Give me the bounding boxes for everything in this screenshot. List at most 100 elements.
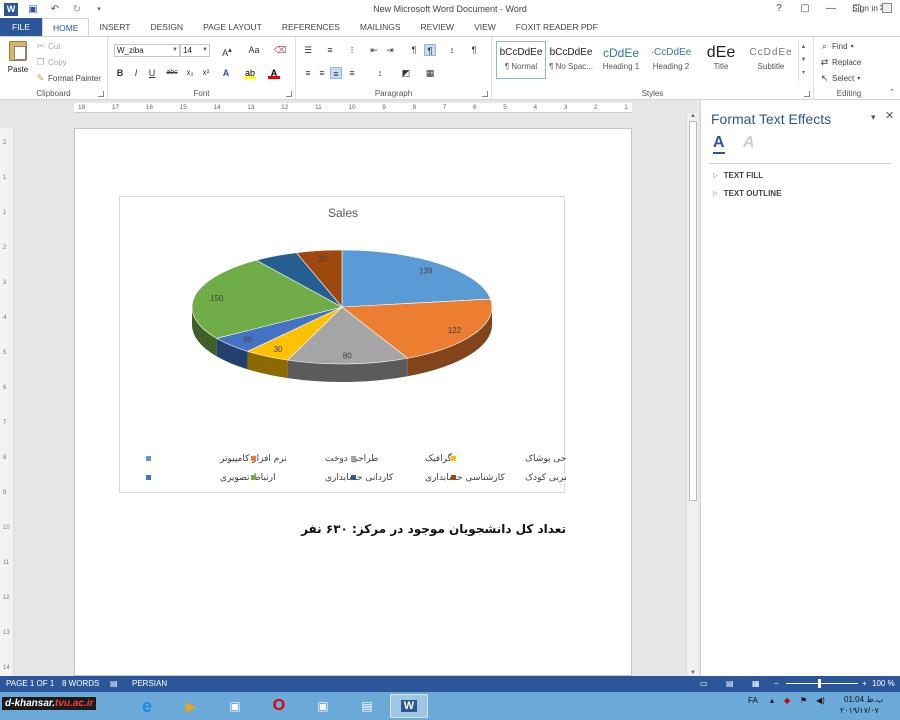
align-left-icon[interactable]: ≡ xyxy=(302,67,314,79)
user-avatar[interactable] xyxy=(882,3,892,13)
page-count[interactable]: PAGE 1 OF 1 xyxy=(6,679,54,688)
horizontal-ruler[interactable]: 18 17 16 15 14 13 12 11 10 9 8 7 6 5 4 3 2 1 xyxy=(74,103,632,113)
increase-indent-icon[interactable]: ⇥ xyxy=(384,44,396,56)
language-indicator[interactable]: PERSIAN xyxy=(132,679,167,688)
bullets-icon[interactable]: ☰ xyxy=(302,44,314,56)
chart-svg: Sales 139 122 80 30 30 150 30 نرم افزار کامپیو… xyxy=(146,206,566,483)
zoom-slider[interactable] xyxy=(786,683,858,684)
minimize-button[interactable]: — xyxy=(818,2,844,16)
tray-arrow-icon[interactable]: ▴ xyxy=(770,696,774,705)
format-painter-button[interactable]: ✎ Format Painter xyxy=(36,73,101,84)
tab-design[interactable]: DESIGN xyxy=(140,18,193,36)
shading-icon[interactable]: ◩ xyxy=(400,67,412,79)
word-count[interactable]: 8 WORDS xyxy=(62,679,99,688)
document-text[interactable]: تعداد کل دانشجویان موجود در مرکز: ۶۳۰ نف… xyxy=(300,522,566,536)
vertical-scrollbar[interactable]: ▲ ▼ xyxy=(686,113,698,676)
collapse-ribbon-icon[interactable]: ⌃ xyxy=(886,87,898,99)
tab-review[interactable]: REVIEW xyxy=(411,18,465,36)
volume-icon[interactable]: ◀) xyxy=(816,696,825,705)
clear-formatting-icon[interactable]: ⌫ xyxy=(274,44,287,56)
numbering-icon[interactable]: ≡ xyxy=(324,44,336,56)
tab-view[interactable]: VIEW xyxy=(464,18,506,36)
web-layout-icon[interactable]: ▦ xyxy=(752,679,760,688)
keyboard-language[interactable]: FA xyxy=(748,696,758,705)
text-effects-icon[interactable]: A xyxy=(220,67,232,79)
text-fill-outline-icon[interactable]: A xyxy=(713,134,725,154)
pane-options-icon[interactable]: ▾ xyxy=(871,112,876,123)
proofing-icon[interactable]: ▤ xyxy=(110,679,118,688)
pie-slice[interactable] xyxy=(341,249,491,308)
tab-insert[interactable]: INSERT xyxy=(89,18,140,36)
chart-legend: نرم افزار کامپیوترطراحی دوختگرافیکطراحی … xyxy=(146,452,566,483)
ltr-direction-icon[interactable]: ¶ xyxy=(408,44,420,56)
app-icon[interactable]: ▣ xyxy=(216,694,254,718)
format-text-effects-pane: Format Text Effects ▾ ✕ A A ▷ TEXT FILL ▷… xyxy=(700,100,900,676)
font-launcher-icon[interactable] xyxy=(286,91,292,97)
media-player-icon[interactable]: ▶ xyxy=(172,694,210,718)
clock-time[interactable]: 01:04 ب.ظ xyxy=(844,695,883,704)
tab-file[interactable]: FILE xyxy=(0,18,42,36)
paste-button[interactable]: Paste xyxy=(6,41,30,85)
underline-icon[interactable]: U xyxy=(146,67,158,79)
subscript-icon[interactable]: x₂ xyxy=(184,67,196,79)
align-center-icon[interactable]: ≡ xyxy=(316,67,328,79)
zoom-level[interactable]: 100 % xyxy=(872,679,895,688)
paragraph-launcher-icon[interactable] xyxy=(482,91,488,97)
zoom-in-icon[interactable]: + xyxy=(862,679,867,688)
align-right-icon[interactable]: ≡ xyxy=(330,67,342,79)
find-button[interactable]: ⌕ Find ▾ xyxy=(820,41,854,52)
word-taskbar-icon[interactable]: W xyxy=(390,694,428,718)
justify-icon[interactable]: ≡ xyxy=(346,67,358,79)
styles-launcher-icon[interactable] xyxy=(804,91,810,97)
text-effects-icon[interactable]: A xyxy=(743,134,755,152)
scrollbar-thumb[interactable] xyxy=(689,121,697,501)
file-icon[interactable]: ▣ xyxy=(304,694,342,718)
clipboard-launcher-icon[interactable] xyxy=(98,91,104,97)
bold-icon[interactable]: B xyxy=(114,67,126,79)
copy-button[interactable]: ❐ Copy xyxy=(36,57,66,68)
text-outline-section[interactable]: ▷ TEXT OUTLINE xyxy=(713,189,781,198)
font-color-icon[interactable]: A xyxy=(268,67,280,79)
print-layout-icon[interactable]: ▤ xyxy=(726,679,734,688)
pie-chart[interactable]: Sales 139 122 80 30 30 150 30 نرم افزار کامپیو… xyxy=(119,196,566,493)
replace-button[interactable]: ⇄ Replace xyxy=(820,57,862,68)
borders-icon[interactable]: ▦ xyxy=(424,67,436,79)
font-size-select[interactable]: 14 ▼ xyxy=(180,44,210,57)
sign-in-link[interactable]: Sign in xyxy=(852,3,878,13)
show-formatting-icon[interactable]: ¶ xyxy=(468,44,480,56)
italic-icon[interactable]: I xyxy=(130,67,142,79)
tab-home[interactable]: HOME xyxy=(41,18,90,36)
tab-page-layout[interactable]: PAGE LAYOUT xyxy=(193,18,272,36)
line-spacing-icon[interactable]: ↕ xyxy=(374,67,386,79)
flag-icon[interactable]: ⚑ xyxy=(800,696,807,705)
multilevel-list-icon[interactable]: ⁝ xyxy=(346,44,358,56)
zoom-out-icon[interactable]: − xyxy=(774,679,779,688)
close-icon[interactable]: ✕ xyxy=(885,109,894,122)
clock-date[interactable]: ۲۰۱۹/۱۷/۰۷ xyxy=(840,706,879,715)
change-case-icon[interactable]: Aa xyxy=(246,44,262,56)
help-button[interactable]: ? xyxy=(766,2,792,16)
network-icon[interactable]: ◆ xyxy=(784,696,790,705)
cut-button[interactable]: ✂ Cut xyxy=(36,41,61,52)
font-name-select[interactable]: W_ziba ▼ xyxy=(114,44,180,57)
zoom-slider-thumb[interactable] xyxy=(818,679,821,688)
ribbon-display-options-button[interactable]: ▢ xyxy=(792,2,818,16)
tab-foxit-reader-pdf[interactable]: FOXIT READER PDF xyxy=(506,18,608,36)
read-mode-icon[interactable]: ▭ xyxy=(700,679,708,688)
superscript-icon[interactable]: x² xyxy=(200,67,212,79)
rtl-direction-icon[interactable]: ¶ xyxy=(424,44,436,56)
select-button[interactable]: ↖ Select ▾ xyxy=(820,73,861,84)
vertical-ruler[interactable]: 2 1 1 2 3 4 5 6 7 8 9 10 11 12 13 14 xyxy=(0,128,14,676)
grow-font-icon[interactable]: A▴ xyxy=(216,44,238,58)
text-fill-section[interactable]: ▷ TEXT FILL xyxy=(713,171,763,180)
remote-desktop-icon[interactable]: ▤ xyxy=(348,694,386,718)
highlight-icon[interactable]: ab xyxy=(244,67,256,79)
ie-icon[interactable]: e xyxy=(128,694,166,718)
tab-references[interactable]: REFERENCES xyxy=(272,18,350,36)
opera-icon[interactable]: O xyxy=(260,694,298,718)
sort-icon[interactable]: ↕ xyxy=(446,44,458,56)
scroll-up-icon[interactable]: ▲ xyxy=(688,113,698,119)
tab-mailings[interactable]: MAILINGS xyxy=(350,18,411,36)
decrease-indent-icon[interactable]: ⇤ xyxy=(368,44,380,56)
strikethrough-icon[interactable]: abc xyxy=(166,67,178,79)
